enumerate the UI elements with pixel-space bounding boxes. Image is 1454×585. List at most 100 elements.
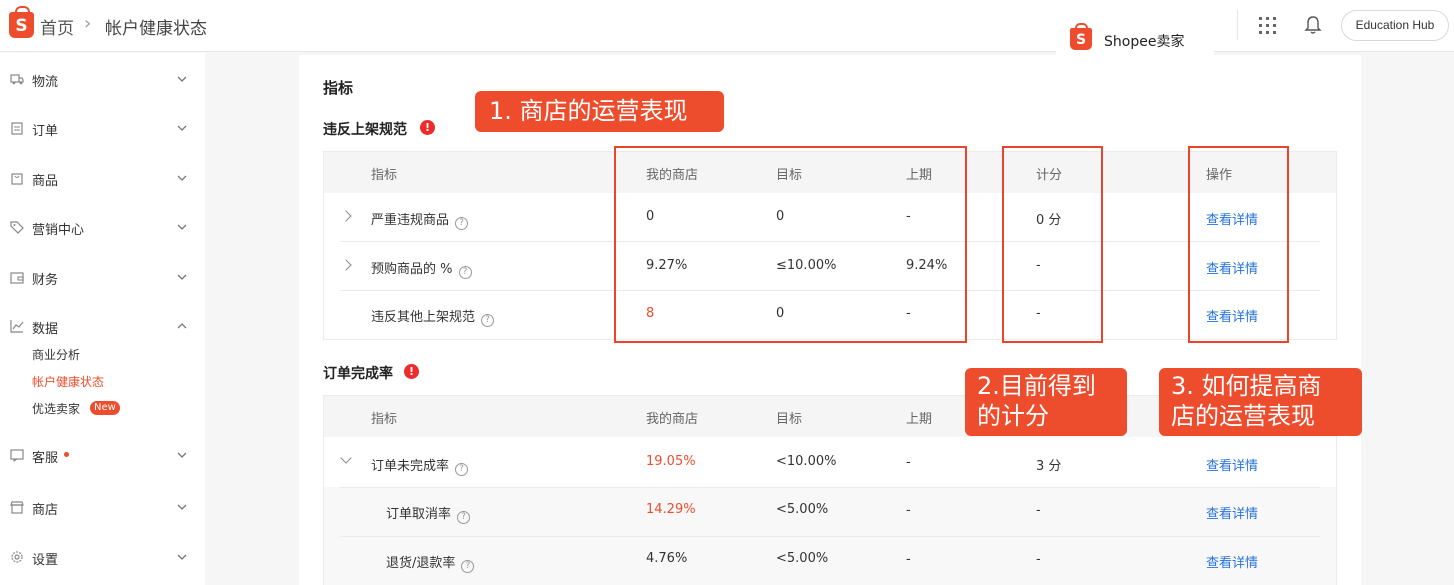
line-chart-icon	[10, 320, 24, 333]
sidebar-item-products[interactable]: 商品	[0, 164, 205, 194]
chevron-down-icon	[177, 504, 187, 510]
sidebar-item-label: 订单	[32, 124, 59, 139]
th-last-period: 上期	[906, 412, 933, 427]
view-details-link[interactable]: 查看详情	[1206, 503, 1258, 522]
cell-score: -	[1036, 552, 1041, 567]
table-row-metric: 预购商品的 %?	[371, 258, 472, 279]
chevron-down-icon	[177, 175, 187, 181]
breadcrumb-current: 帐户健康状态	[105, 19, 207, 39]
annotation-callout-3: 3. 如何提高商 店的运营表现	[1159, 368, 1362, 436]
callout-line: 3. 如何提高商	[1171, 372, 1322, 400]
th-metric: 指标	[371, 168, 398, 183]
sidebar-item-label: 商品	[32, 174, 59, 189]
callout-line: 2.目前得到	[977, 372, 1096, 400]
help-icon[interactable]: ?	[461, 560, 475, 573]
row-divider	[340, 487, 1320, 488]
th-target: 目标	[776, 412, 803, 427]
cell-my-shop: 4.76%	[646, 551, 688, 566]
sidebar-item-label: 营销中心	[32, 223, 85, 238]
sidebar-item-orders[interactable]: 订单	[0, 114, 205, 144]
table-row-metric: 退货/退款率?	[386, 552, 475, 573]
header-divider	[1237, 10, 1238, 40]
expand-chevron-icon[interactable]	[340, 259, 352, 271]
breadcrumb-home[interactable]: 首页	[40, 14, 74, 39]
shopee-logo-icon[interactable]: S	[9, 6, 34, 38]
annotation-box-actions	[1188, 146, 1289, 343]
group-title-order-completion: 订单完成率	[323, 366, 393, 382]
apps-grid-icon[interactable]	[1259, 17, 1276, 34]
help-icon[interactable]: ?	[455, 463, 469, 476]
cell-my-shop: 19.05%	[646, 454, 696, 469]
view-details-link[interactable]: 查看详情	[1206, 455, 1258, 474]
clipboard-icon	[11, 122, 23, 135]
chevron-down-icon	[177, 125, 187, 131]
sidebar-item-marketing[interactable]: 营销中心	[0, 213, 205, 243]
view-details-link[interactable]: 查看详情	[1206, 552, 1258, 571]
table-row-metric: 严重违规商品?	[371, 209, 469, 230]
top-header: S 首页 › 帐户健康状态 Education Hub	[0, 0, 1454, 52]
help-icon[interactable]: ?	[481, 314, 495, 327]
sidebar-item-shop[interactable]: 商店	[0, 493, 205, 523]
sidebar-item-settings[interactable]: 设置	[0, 543, 205, 573]
cell-last-period: -	[906, 552, 911, 567]
sidebar-item-finance[interactable]: 财务	[0, 263, 205, 293]
sidebar-item-data[interactable]: 数据	[0, 312, 205, 342]
row-divider	[340, 536, 1320, 537]
chevron-down-icon	[177, 452, 187, 458]
chevron-up-icon	[177, 323, 187, 329]
sidebar-item-label: 财务	[32, 273, 59, 288]
sidebar-sub-preferred-seller[interactable]: 优选卖家	[32, 400, 80, 417]
warning-icon[interactable]: !	[420, 120, 435, 135]
cell-target: <5.00%	[776, 502, 829, 517]
sidebar-item-label: 物流	[32, 75, 59, 90]
chevron-down-icon	[177, 554, 187, 560]
chat-icon	[10, 449, 24, 462]
cell-score: -	[1036, 503, 1041, 518]
sidebar-item-label: 商店	[32, 503, 59, 518]
chevron-down-icon	[177, 274, 187, 280]
collapse-chevron-icon[interactable]	[340, 452, 352, 464]
chevron-down-icon	[177, 224, 187, 230]
brand-text: Shopee卖家	[1104, 34, 1185, 50]
bag-icon	[11, 173, 23, 185]
warning-icon[interactable]: !	[404, 364, 419, 379]
group-title-listing-violations: 违反上架规范	[323, 122, 407, 138]
annotation-callout-2: 2.目前得到 的计分	[965, 368, 1127, 436]
sidebar-item-label: 设置	[32, 553, 59, 568]
expand-chevron-icon[interactable]	[340, 210, 352, 222]
tag-icon	[10, 221, 24, 234]
education-hub-button[interactable]: Education Hub	[1341, 10, 1449, 41]
sidebar-item-logistics[interactable]: 物流	[0, 65, 205, 95]
table-row-metric: 订单未完成率?	[371, 455, 469, 476]
annotation-box-score	[1002, 146, 1103, 343]
help-icon[interactable]: ?	[457, 511, 471, 524]
annotation-box-shop-performance	[614, 146, 967, 343]
sidebar: 物流 订单 商品 营销中心 财务 数据 商业分析 帐户健康状态 优选卖家 New…	[0, 53, 205, 585]
sidebar-sub-business-insights[interactable]: 商业分析	[32, 346, 80, 363]
cell-target: <5.00%	[776, 551, 829, 566]
sidebar-item-customer-service[interactable]: 客服	[0, 441, 205, 471]
wallet-icon	[10, 272, 24, 284]
callout-line: 的计分	[977, 402, 1049, 430]
cell-target: <10.00%	[776, 454, 837, 469]
new-badge: New	[90, 401, 120, 415]
breadcrumb-separator: ›	[84, 13, 92, 34]
gear-icon	[11, 551, 23, 563]
truck-icon	[10, 74, 24, 85]
cell-last-period: -	[906, 503, 911, 518]
th-metric: 指标	[371, 412, 398, 427]
cell-my-shop: 14.29%	[646, 502, 696, 517]
sidebar-sub-account-health[interactable]: 帐户健康状态	[32, 373, 104, 390]
shopee-bag-icon: S	[1070, 23, 1092, 50]
annotation-callout-1: 1. 商店的运营表现	[475, 91, 724, 132]
bell-icon[interactable]	[1304, 15, 1322, 35]
cell-score: 3 分	[1036, 459, 1062, 474]
th-my-shop: 我的商店	[646, 412, 699, 427]
table-row-metric: 违反其他上架规范?	[371, 306, 495, 327]
shopee-seller-brand: S Shopee卖家	[1056, 18, 1214, 56]
callout-line: 店的运营表现	[1171, 402, 1315, 430]
help-icon[interactable]: ?	[455, 217, 469, 230]
cell-last-period: -	[906, 455, 911, 470]
help-icon[interactable]: ?	[458, 266, 472, 279]
chevron-down-icon	[177, 76, 187, 82]
